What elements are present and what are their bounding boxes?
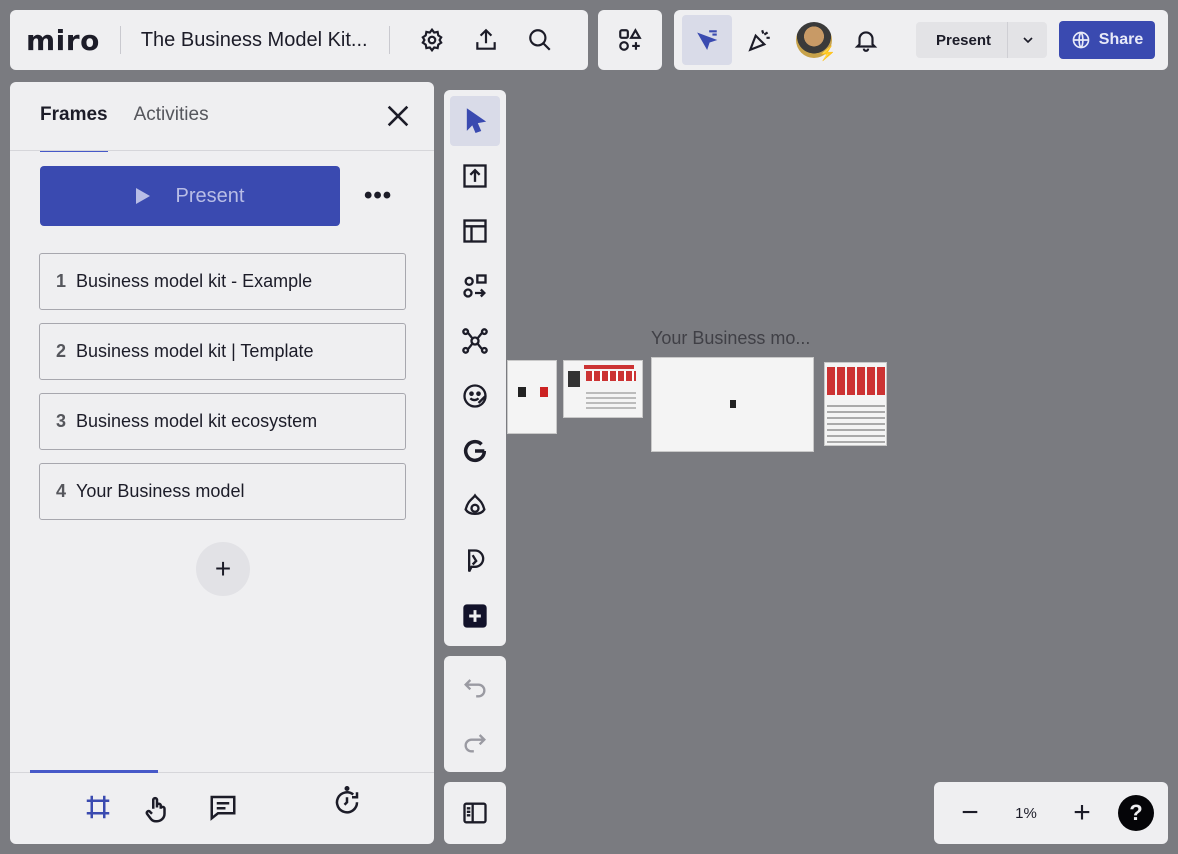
board-title[interactable]: The Business Model Kit... [141, 29, 389, 52]
mind-map-tool[interactable] [450, 316, 500, 366]
frame-title: Your Business model [76, 481, 245, 501]
apps-icon [610, 20, 650, 60]
canvas-frame-label[interactable]: Your Business mo... [651, 328, 810, 349]
zoom-level[interactable]: 1% [988, 805, 1064, 822]
present-split-button: Present [916, 22, 1048, 58]
avatar[interactable]: ⚡ [796, 22, 836, 61]
divider [388, 26, 390, 54]
frame-content [586, 389, 636, 409]
template-tool[interactable] [450, 206, 500, 256]
shapes-icon [463, 274, 487, 298]
active-indicator [30, 770, 158, 773]
share-button[interactable]: Share [1059, 21, 1156, 59]
select-cursor-button[interactable] [682, 15, 732, 65]
frame-number: 2 [56, 341, 67, 361]
canvas-frame[interactable] [824, 362, 887, 446]
app-tool[interactable] [450, 481, 500, 531]
frame-list-item[interactable]: 3 Business model kit ecosystem [39, 393, 406, 450]
upload-icon[interactable] [466, 20, 506, 60]
frame-title: Business model kit | Template [76, 341, 314, 361]
redo-button[interactable] [450, 717, 500, 767]
close-icon[interactable] [384, 102, 412, 130]
lightning-icon: ⚡ [818, 45, 836, 61]
add-tool[interactable] [450, 591, 500, 641]
sidebar-icon [450, 788, 500, 838]
undo-icon [464, 679, 486, 698]
tab-activities[interactable]: Activities [134, 104, 209, 152]
frame-content [827, 401, 885, 443]
present-frames-button[interactable]: Present [40, 166, 340, 226]
frame-content [730, 400, 736, 408]
collaboration-bar: ⚡ Present Share [674, 10, 1168, 70]
frame-title: Business model kit ecosystem [76, 411, 318, 431]
frame-number: 3 [56, 411, 67, 431]
frame-title: Business model kit - Example [76, 271, 313, 291]
comments-icon[interactable] [208, 792, 238, 822]
mind-map-icon [462, 328, 488, 354]
divider [10, 150, 434, 151]
share-label: Share [1098, 31, 1144, 48]
add-icon [463, 604, 487, 628]
present-button[interactable]: Present [916, 32, 1007, 49]
frames-icon[interactable] [83, 792, 113, 822]
panel-tabs: Frames Activities [40, 104, 235, 152]
upload-frame-tool[interactable] [450, 151, 500, 201]
google-app-tool[interactable] [450, 426, 500, 476]
creation-toolbar [444, 90, 506, 646]
sticker-icon [463, 384, 487, 408]
sticker-tool[interactable] [450, 371, 500, 421]
frame-content [584, 365, 634, 369]
add-frame-button[interactable]: + [196, 542, 250, 596]
frame-number: 4 [56, 481, 67, 501]
frame-list-item[interactable]: 2 Business model kit | Template [39, 323, 406, 380]
app-icon [464, 493, 486, 516]
apps-button[interactable] [598, 10, 662, 70]
play-icon [135, 188, 150, 204]
frame-content [827, 367, 885, 395]
zoom-in-button[interactable]: + [1064, 795, 1100, 831]
tab-frames[interactable]: Frames [40, 104, 108, 152]
redo-icon [464, 734, 486, 753]
google-icon [463, 439, 487, 463]
frame-content [540, 387, 548, 397]
zoom-controls: − 1% + ? [934, 782, 1168, 844]
frames-panel: Frames Activities Present ••• 1 Business… [10, 82, 434, 844]
canvas-frame-selected[interactable] [651, 357, 814, 452]
frame-number: 1 [56, 271, 67, 291]
select-tool[interactable] [450, 96, 500, 146]
frame-list-item[interactable]: 1 Business model kit - Example [39, 253, 406, 310]
frame-content [586, 371, 636, 381]
divider [119, 26, 121, 54]
canvas-frame[interactable] [563, 360, 643, 418]
settings-icon[interactable] [412, 20, 452, 60]
reactions-icon[interactable] [740, 20, 780, 60]
undo-button[interactable] [450, 662, 500, 712]
zoom-out-button[interactable]: − [952, 795, 988, 831]
select-cursor-icon [697, 30, 718, 50]
canvas-frame[interactable] [507, 360, 557, 434]
history-icon[interactable] [332, 786, 362, 816]
upload-frame-icon [463, 164, 487, 188]
bell-icon[interactable] [846, 20, 886, 60]
frame-list-item[interactable]: 4 Your Business model [39, 463, 406, 520]
search-icon[interactable] [520, 20, 560, 60]
app-d-tool[interactable] [450, 536, 500, 586]
shapes-tool[interactable] [450, 261, 500, 311]
help-button[interactable]: ? [1118, 795, 1154, 831]
app-d-icon [468, 549, 485, 573]
globe-icon [1072, 31, 1090, 49]
template-icon [463, 219, 487, 243]
hand-cursor-icon [142, 795, 172, 825]
frame-content [518, 387, 526, 397]
chevron-down-icon[interactable] [1007, 22, 1047, 58]
sidebar-toggle-button[interactable] [444, 782, 506, 844]
select-icon [466, 108, 487, 133]
undo-redo-panel [444, 656, 506, 772]
more-options-icon[interactable]: ••• [364, 182, 392, 210]
miro-logo[interactable]: miro [26, 24, 100, 57]
frame-content [568, 371, 580, 387]
board-header: miro The Business Model Kit... [10, 10, 588, 70]
present-frames-label: Present [175, 184, 245, 207]
